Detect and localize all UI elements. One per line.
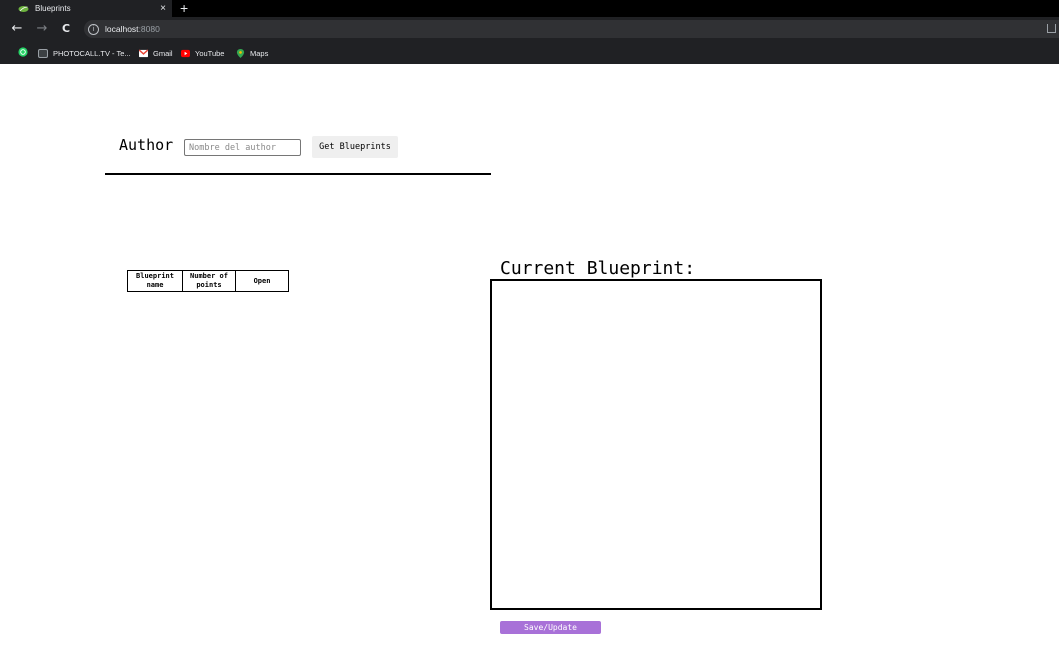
address-bar[interactable]: i localhost :8080 <box>84 20 1059 38</box>
author-input[interactable] <box>184 139 301 156</box>
forward-arrow-icon[interactable]: → <box>35 21 49 37</box>
page-content: Author Get Blueprints Blueprint name Num… <box>0 64 1059 657</box>
tv-icon <box>38 48 48 58</box>
close-tab-icon[interactable]: × <box>160 3 166 14</box>
bookmark-label: Maps <box>250 48 269 58</box>
spring-leaf-icon <box>18 5 29 12</box>
reload-icon[interactable]: C <box>59 21 73 37</box>
bookmark-label: YouTube <box>195 48 225 58</box>
maps-icon <box>236 48 245 58</box>
divider <box>105 173 491 175</box>
get-blueprints-button[interactable]: Get Blueprints <box>312 136 398 158</box>
blueprint-canvas[interactable] <box>490 279 822 610</box>
bookmarks-bar: PHOTOCALL.TV - Te... Gmail YouTube Maps <box>0 42 1059 65</box>
share-icon[interactable] <box>1047 24 1056 33</box>
bookmark-label: Gmail <box>153 48 173 58</box>
url-host: localhost <box>105 24 139 34</box>
bookmark-gmail[interactable]: Gmail <box>139 47 173 59</box>
youtube-icon <box>181 49 190 57</box>
bookmark-label: PHOTOCALL.TV - Te... <box>53 48 131 58</box>
column-header-name: Blueprint name <box>127 270 183 292</box>
bookmark-maps[interactable]: Maps <box>236 47 268 59</box>
browser-toolbar: ← → C i localhost :8080 <box>0 17 1059 42</box>
column-header-open: Open <box>235 270 289 292</box>
whatsapp-icon[interactable] <box>18 47 28 57</box>
author-label: Author <box>119 136 174 154</box>
column-header-points: Number of points <box>182 270 236 292</box>
browser-tab[interactable]: Blueprints × <box>0 0 172 17</box>
tab-title: Blueprints <box>35 4 71 13</box>
info-icon[interactable]: i <box>88 23 99 35</box>
current-blueprint-title: Current Blueprint: <box>500 258 696 279</box>
bookmark-youtube[interactable]: YouTube <box>181 47 224 59</box>
back-arrow-icon[interactable]: ← <box>10 21 24 37</box>
new-tab-icon[interactable]: + <box>180 0 192 17</box>
gmail-icon <box>139 48 148 57</box>
bookmark-photocall[interactable]: PHOTOCALL.TV - Te... <box>38 47 131 59</box>
url-port: :8080 <box>138 24 160 34</box>
tab-strip: Blueprints × + <box>0 0 1059 17</box>
table-header-row: Blueprint name Number of points Open <box>127 270 289 292</box>
save-update-button[interactable]: Save/Update <box>500 621 601 634</box>
blueprints-table: Blueprint name Number of points Open <box>127 270 289 292</box>
